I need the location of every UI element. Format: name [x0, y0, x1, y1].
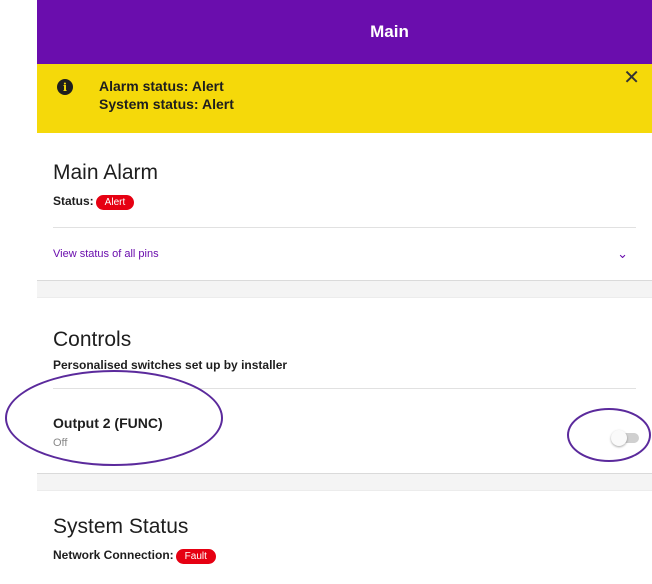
alarm-status-text: Alarm status: Alert: [99, 78, 224, 94]
network-connection-label: Network Connection:: [53, 547, 174, 562]
info-icon: i: [57, 79, 73, 95]
view-pins-row[interactable]: View status of all pins ⌄: [53, 228, 652, 280]
view-pins-link[interactable]: View status of all pins: [53, 248, 159, 260]
alert-status-badge: Alert: [95, 195, 135, 210]
header-title: Main: [370, 22, 409, 41]
controls-card: Controls Personalised switches set up by…: [37, 298, 652, 473]
output-name: Output 2 (FUNC): [53, 415, 163, 431]
output-state: Off: [53, 437, 68, 449]
main-alarm-card: Main Alarm Status: Alert View status of …: [37, 133, 652, 280]
fault-status-badge: Fault: [175, 549, 216, 564]
system-status-text: System status: Alert: [99, 96, 234, 112]
controls-title: Controls: [53, 328, 132, 351]
banner-messages: Alarm status: Alert System status: Alert: [99, 78, 234, 119]
toggle-knob[interactable]: [611, 430, 627, 446]
system-status-title: System Status: [53, 515, 189, 538]
system-status-card: System Status Network Connection: Fault: [37, 491, 652, 564]
status-label: Status:: [53, 193, 94, 208]
network-status-row: Network Connection: Fault: [53, 545, 652, 564]
controls-subtitle: Personalised switches set up by installe…: [53, 358, 288, 372]
main-alarm-title: Main Alarm: [53, 161, 159, 184]
output-toggle[interactable]: [611, 430, 639, 446]
output-row: Output 2 (FUNC) Off: [53, 389, 652, 473]
section-separator: [37, 280, 652, 298]
app-header: Main: [37, 0, 652, 64]
app-window: Main i Alarm status: Alert System status…: [37, 0, 652, 584]
main-alarm-status-row: Status: Alert: [53, 191, 652, 210]
section-separator: [37, 473, 652, 491]
close-icon[interactable]: ✕: [623, 68, 640, 88]
chevron-down-icon[interactable]: ⌄: [617, 246, 628, 262]
alert-banner: i Alarm status: Alert System status: Ale…: [37, 64, 652, 133]
